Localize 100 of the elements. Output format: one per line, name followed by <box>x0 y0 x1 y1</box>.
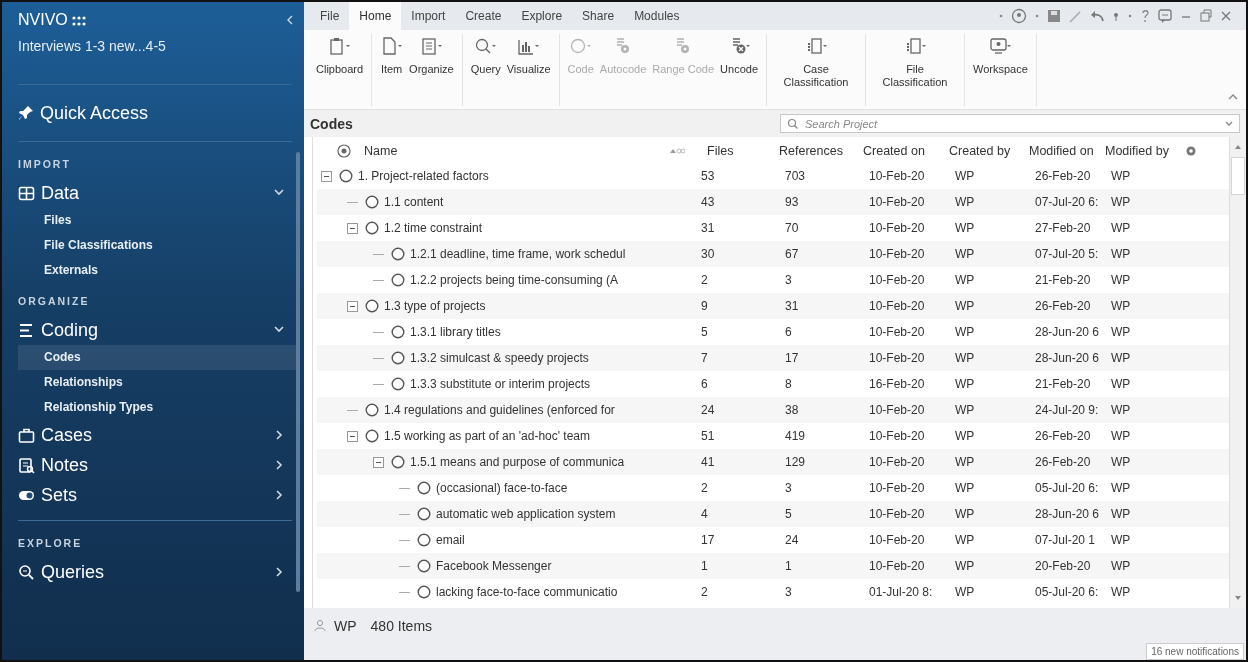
table-cell-text: WP <box>1111 299 1132 313</box>
code-name[interactable]: (occasional) face-to-face <box>436 481 568 495</box>
save-icon[interactable] <box>1047 8 1061 24</box>
quick-access-item[interactable]: Quick Access <box>2 89 304 137</box>
table-cell-text: 07-Jul-20 5: <box>1035 247 1100 261</box>
nav-subitem[interactable]: File Classifications <box>18 233 296 258</box>
collapse-box-icon[interactable] <box>347 222 358 234</box>
ribbon-button[interactable]: File Classification <box>872 34 958 106</box>
app-logo: NVIVO <box>18 11 68 29</box>
ribbon-tab[interactable]: Import <box>401 2 456 30</box>
collapse-box-icon[interactable] <box>347 300 358 312</box>
table-cell-text: 10-Feb-20 <box>869 351 926 365</box>
code-name[interactable]: Facebook Messenger <box>436 559 552 573</box>
help-icon[interactable] <box>1140 8 1150 24</box>
table-cell-text: 31 <box>785 299 800 313</box>
ribbon-tab[interactable]: Modules <box>624 2 690 30</box>
code-name[interactable]: automatic web application system <box>436 507 616 521</box>
collapse-icon[interactable] <box>286 15 294 25</box>
collapse-box-icon[interactable] <box>373 456 384 468</box>
dropdown-icon[interactable] <box>1224 120 1234 128</box>
code-name[interactable]: 1.3.1 library titles <box>410 325 501 339</box>
nav-subitem[interactable]: Codes <box>18 345 296 370</box>
nav-item[interactable]: Coding <box>2 315 304 345</box>
code-name[interactable]: lacking face-to-face communicatio <box>436 585 618 599</box>
ribbon-button[interactable]: Case Classification <box>773 34 859 106</box>
lines-icon <box>18 321 35 339</box>
collapse-box-icon[interactable] <box>321 170 332 182</box>
table-cell-text: 05-Jul-20 6: <box>1035 481 1100 495</box>
code-name[interactable]: email <box>436 533 465 547</box>
nav-item[interactable]: Sets <box>2 480 304 510</box>
ribbon-button[interactable]: Organize <box>407 34 456 106</box>
table-cell-text: WP <box>1111 169 1132 183</box>
table-icon <box>18 184 35 202</box>
nav-item[interactable]: Queries <box>2 557 304 587</box>
code-name[interactable]: 1.3.2 simulcast & speedy projects <box>410 351 589 365</box>
pencil-icon[interactable] <box>1068 8 1082 24</box>
table-cell-text: WP <box>1111 247 1132 261</box>
nav-item[interactable]: Cases <box>2 420 304 450</box>
column-header[interactable]: Created by <box>949 144 1011 158</box>
nav-item[interactable]: Notes <box>2 450 304 480</box>
column-header[interactable]: Files <box>707 144 734 158</box>
column-header[interactable]: References <box>779 144 843 158</box>
ribbon-tab[interactable]: Create <box>455 2 512 30</box>
add-circle-icon[interactable] <box>337 144 351 158</box>
table-cell-text: 01-Jul-20 8: <box>869 585 934 599</box>
code-name[interactable]: 1.2.2 projects being time-consuming (A <box>410 273 619 287</box>
code-name[interactable]: 1.3 type of projects <box>384 299 486 313</box>
ribbon-button[interactable]: Workspace <box>971 34 1030 106</box>
scrollbar-thumb[interactable] <box>1231 157 1245 195</box>
code-name[interactable]: 1.2 time constraint <box>384 221 483 235</box>
ribbon-button[interactable]: Query <box>468 34 503 106</box>
search-field[interactable]: Search Project <box>780 114 1240 133</box>
ribbon-button[interactable]: Item <box>378 34 406 106</box>
ribbon-button[interactable]: Clipboard <box>314 34 366 106</box>
scrollbar[interactable] <box>296 152 300 592</box>
nav-subitem[interactable]: Files <box>18 208 296 233</box>
table-cell-text: 3 <box>785 585 793 599</box>
ribbon-tab[interactable]: Share <box>572 2 625 30</box>
table-cell-text: WP <box>1111 195 1132 209</box>
settings-icon[interactable] <box>1185 145 1197 157</box>
table-cell-text: WP <box>1111 455 1132 469</box>
column-header[interactable]: Name <box>364 144 398 158</box>
node-circle-icon <box>391 247 405 261</box>
code-name[interactable]: 1.5.1 means and purpose of communica <box>410 455 625 469</box>
code-name[interactable]: 1.3.3 substitute or interim projects <box>410 377 591 391</box>
column-header[interactable]: Modified by <box>1105 144 1169 158</box>
code-name[interactable]: 1.2.1 deadline, time frame, work schedul <box>410 247 626 261</box>
ribbon-tab[interactable]: Explore <box>511 2 573 30</box>
code-name[interactable]: 1. Project-related factors <box>358 169 489 183</box>
code-name[interactable]: 1.4 regulations and guidelines (enforced for <box>384 403 615 417</box>
node-circle-icon <box>417 481 431 495</box>
notification-badge[interactable]: 16 new notifications <box>1146 643 1244 660</box>
table-cell-text: 703 <box>785 169 807 183</box>
user-name: WP <box>334 618 357 634</box>
column-header[interactable]: Modified on <box>1029 144 1094 158</box>
code-name[interactable]: 1.5 working as part of an 'ad-hoc' team <box>384 429 591 443</box>
restore-icon[interactable] <box>1199 8 1213 24</box>
table-cell-text: WP <box>955 585 976 599</box>
nav-item[interactable]: Data <box>2 178 304 208</box>
ribbon-button[interactable]: Visualize <box>504 34 553 106</box>
nav-subitem[interactable]: Relationships <box>18 370 296 395</box>
nav-subitem[interactable]: Relationship Types <box>18 395 296 420</box>
table-cell-text: 10-Feb-20 <box>869 533 926 547</box>
column-header[interactable]: Created on <box>863 144 925 158</box>
table-cell-text: WP <box>955 481 976 495</box>
monitor-icon <box>988 36 1012 56</box>
table-cell-text: 07-Jul-20 1 <box>1035 533 1097 547</box>
chevron-up-icon[interactable] <box>1228 93 1238 101</box>
ribbon-tab[interactable]: Home <box>349 2 402 30</box>
ribbon-tab[interactable]: File <box>310 2 350 30</box>
nav-subitem[interactable]: Externals <box>18 258 296 283</box>
table-cell-text: 129 <box>785 455 807 469</box>
ribbon-button[interactable]: Uncode <box>718 34 760 106</box>
table-cell-text: 10-Feb-20 <box>869 195 926 209</box>
dots-icon <box>71 15 86 26</box>
code-name[interactable]: 1.1 content <box>384 195 444 209</box>
comment-icon[interactable] <box>1157 8 1173 24</box>
account-icon[interactable] <box>1011 8 1027 24</box>
collapse-box-icon[interactable] <box>347 430 358 442</box>
notebook-icon <box>18 456 35 474</box>
